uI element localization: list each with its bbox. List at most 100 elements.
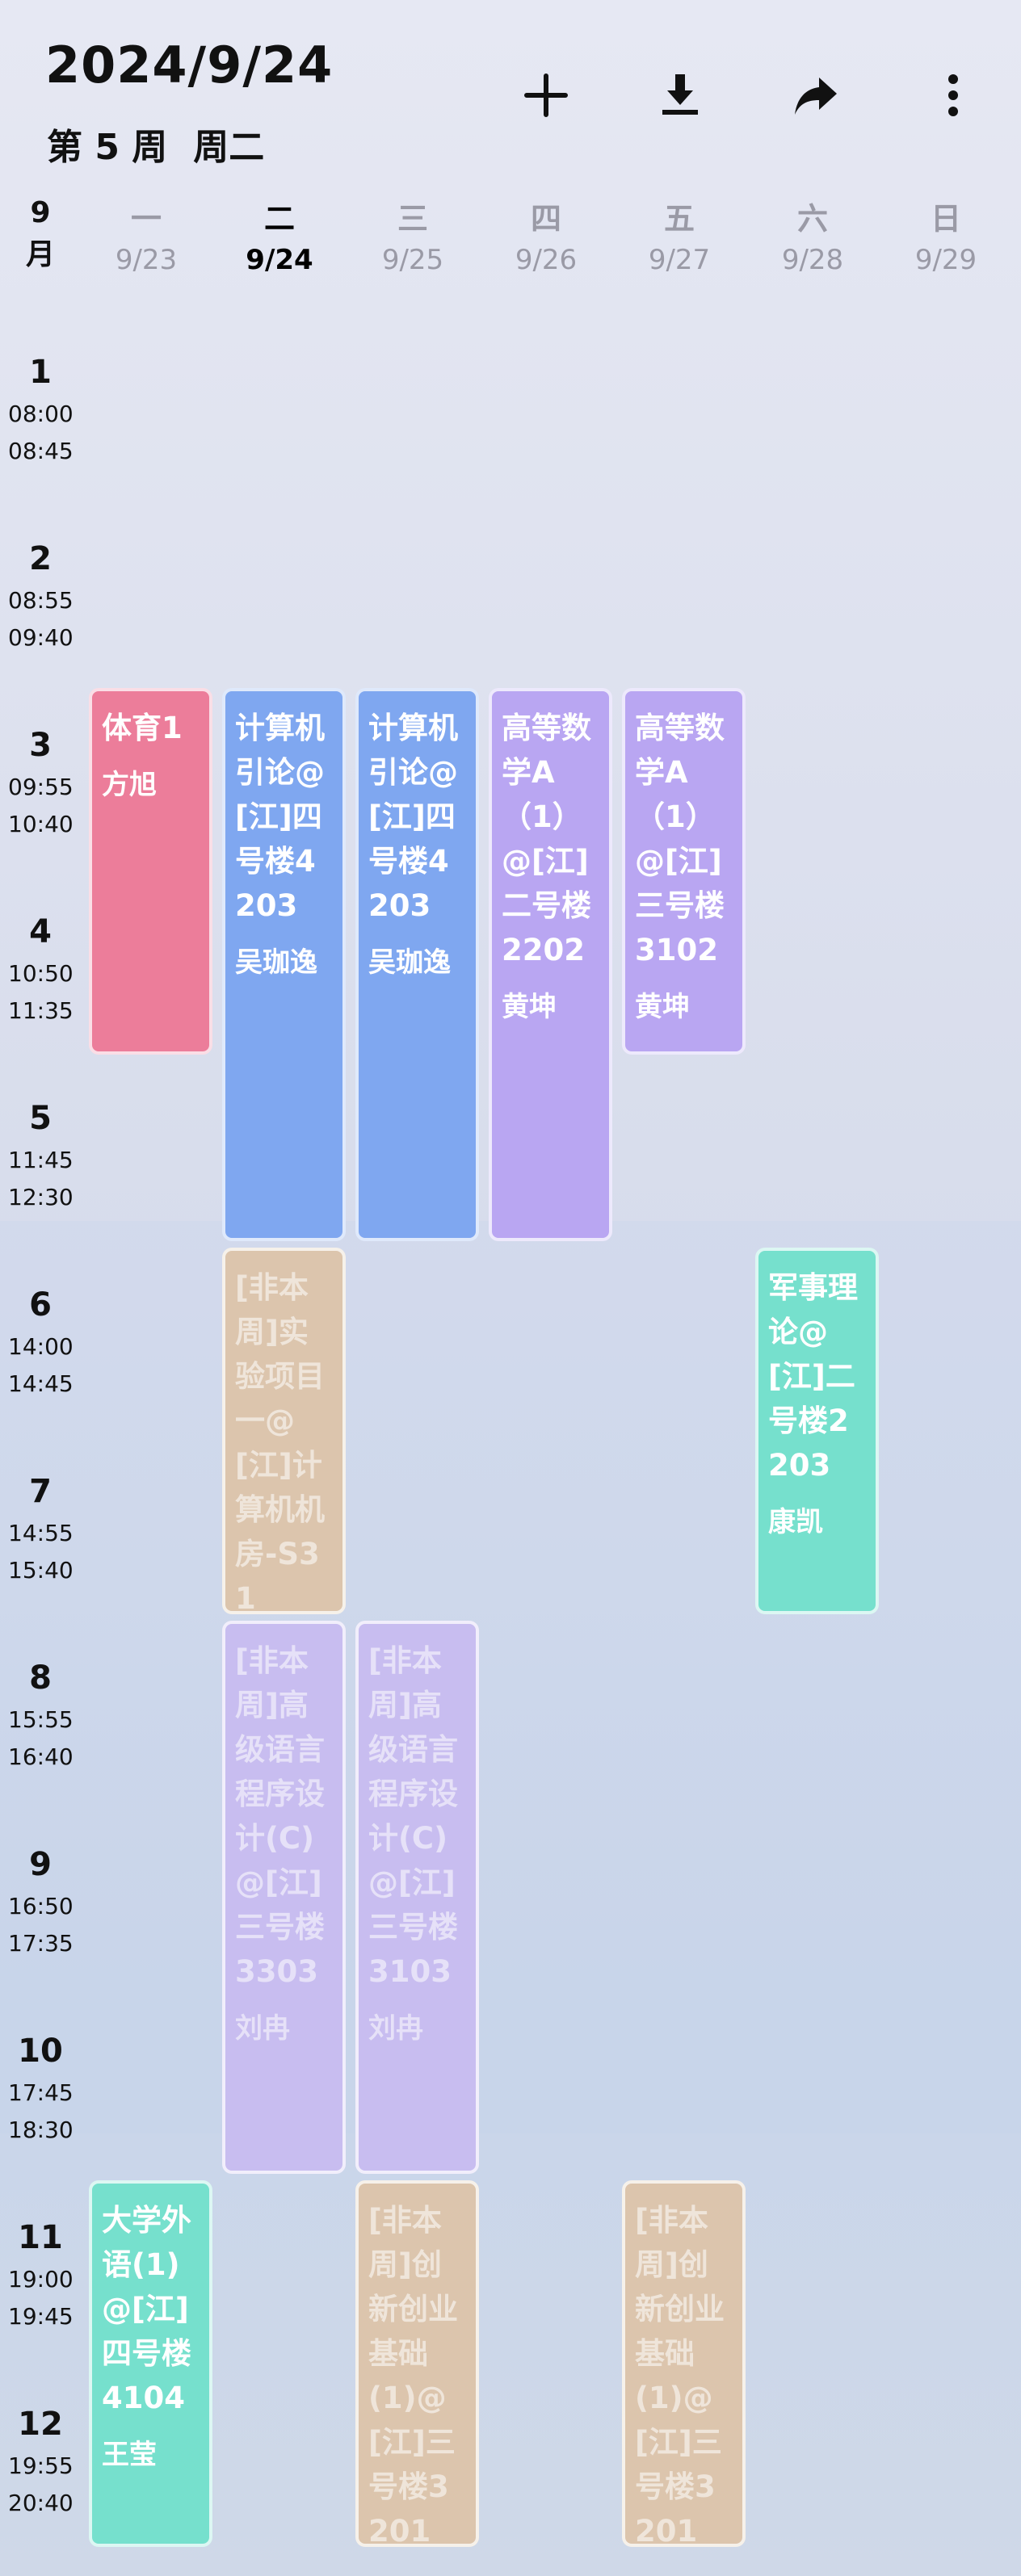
day-header-1: 一 9/23 (86, 194, 207, 276)
course-teacher: 方旭 (102, 769, 157, 801)
weekday-label: 周二 (193, 127, 265, 168)
course-card[interactable]: 高等数学A（1）@[江]三号楼3102 黄坤 (622, 688, 746, 1055)
course-teacher: 王莹 (102, 2439, 157, 2471)
day-header-2: 二 9/24 (219, 194, 340, 276)
period-end-time: 18:30 (8, 2117, 74, 2143)
more-button[interactable] (921, 63, 985, 128)
period-start-time: 11:45 (8, 1147, 74, 1173)
course-card[interactable]: 大学外语(1)@[江]四号楼4104 王莹 (89, 2180, 212, 2547)
period-9: 9 16:50 17:35 (8, 1841, 74, 1962)
period-number: 9 (29, 1846, 52, 1883)
period-end-time: 08:45 (8, 438, 74, 464)
period-5: 5 11:45 12:30 (8, 1095, 74, 1216)
plus-icon (524, 73, 568, 117)
period-8: 8 15:55 16:40 (8, 1655, 74, 1776)
period-end-time: 16:40 (8, 1743, 74, 1770)
day-weekday: 四 (530, 201, 561, 237)
period-start-time: 17:45 (8, 2079, 74, 2106)
course-teacher: 黄坤 (502, 991, 557, 1023)
download-icon (662, 74, 698, 115)
period-number: 11 (18, 2219, 63, 2256)
period-end-time: 17:35 (8, 1930, 74, 1957)
course-card[interactable]: 计算机引论@[江]四号楼4203 吴珈逸 (355, 688, 479, 1241)
course-card[interactable]: [非本周]创新创业基础(1)@[江]三号楼3201 (622, 2180, 746, 2547)
course-name: 高等数学A（1）@[江]二号楼2202 (502, 711, 591, 967)
week-info: 第 5 周周二 (47, 118, 290, 170)
period-number: 8 (29, 1659, 52, 1697)
course-name: [非本周]高级语言程序设计(C)@[江]三号楼3103 (368, 1643, 458, 1989)
period-number: 6 (29, 1286, 52, 1324)
day-weekday: 日 (930, 201, 961, 237)
course-teacher: 黄坤 (635, 991, 690, 1023)
download-button[interactable] (648, 63, 712, 128)
course-name: 大学外语(1)@[江]四号楼4104 (102, 2203, 191, 2415)
course-name: 军事理论@[江]二号楼2203 (768, 1270, 858, 1483)
month-label: 9月 (25, 196, 55, 271)
period-7: 7 14:55 15:40 (8, 1468, 74, 1589)
period-1: 1 08:00 08:45 (8, 349, 74, 470)
course-card[interactable]: 计算机引论@[江]四号楼4203 吴珈逸 (222, 688, 346, 1241)
day-weekday: 六 (796, 201, 828, 237)
period-number: 12 (18, 2406, 63, 2443)
course-teacher: 吴珈逸 (235, 946, 317, 979)
period-end-time: 15:40 (8, 1557, 74, 1584)
day-header-6: 六 9/28 (752, 194, 873, 276)
period-end-time: 11:35 (8, 997, 74, 1024)
day-date: 9/27 (648, 244, 711, 276)
period-number: 1 (29, 354, 52, 391)
period-number: 2 (29, 540, 52, 577)
day-date: 9/24 (246, 244, 313, 276)
period-number: 4 (29, 913, 52, 950)
course-card[interactable]: [非本周]高级语言程序设计(C)@[江]三号楼3303 刘冉 (222, 1621, 346, 2174)
day-date: 9/28 (781, 244, 844, 276)
course-card[interactable]: 高等数学A（1）@[江]二号楼2202 黄坤 (489, 688, 612, 1241)
period-start-time: 16:50 (8, 1893, 74, 1919)
period-2: 2 08:55 09:40 (8, 535, 74, 657)
add-course-button[interactable] (514, 63, 578, 128)
share-button[interactable] (784, 63, 848, 128)
day-header-3: 三 9/25 (352, 194, 473, 276)
course-card[interactable]: 军事理论@[江]二号楼2203 康凯 (755, 1248, 879, 1614)
period-11: 11 19:00 19:45 (8, 2214, 74, 2335)
page-title: 2024/9/24 (45, 36, 334, 94)
period-start-time: 19:00 (8, 2266, 74, 2293)
period-number: 10 (18, 2033, 63, 2070)
course-name: 计算机引论@[江]四号楼4203 (235, 711, 325, 923)
period-end-time: 19:45 (8, 2303, 74, 2330)
course-card[interactable]: [非本周]创新创业基础(1)@[江]三号楼3201 (355, 2180, 479, 2547)
period-start-time: 15:55 (8, 1706, 74, 1733)
day-date: 9/26 (515, 244, 578, 276)
day-weekday: 一 (130, 201, 162, 237)
day-date: 9/25 (381, 244, 444, 276)
course-teacher: 康凯 (768, 1506, 823, 1538)
course-name: [非本周]创新创业基础(1)@[江]三号楼3201 (368, 2203, 458, 2547)
period-4: 4 10:50 11:35 (8, 908, 74, 1030)
period-number: 5 (29, 1100, 52, 1137)
course-teacher: 吴珈逸 (368, 946, 451, 979)
course-name: 高等数学A（1）@[江]三号楼3102 (635, 711, 725, 967)
period-number: 7 (29, 1473, 52, 1510)
period-3: 3 09:55 10:40 (8, 722, 74, 843)
period-end-time: 10:40 (8, 811, 74, 837)
course-card[interactable]: 体育1 方旭 (89, 688, 212, 1055)
day-header-4: 四 9/26 (485, 194, 607, 276)
period-start-time: 09:55 (8, 774, 74, 800)
course-name: [非本周]实验项目一@[江]计算机机房-S31 (235, 1270, 325, 1614)
period-number: 3 (29, 727, 52, 764)
period-end-time: 12:30 (8, 1184, 74, 1210)
course-card[interactable]: [非本周]实验项目一@[江]计算机机房-S31 (222, 1248, 346, 1614)
period-end-time: 14:45 (8, 1370, 74, 1397)
day-date: 9/23 (115, 244, 178, 276)
period-end-time: 20:40 (8, 2490, 74, 2516)
course-teacher: 刘冉 (235, 2012, 290, 2045)
period-6: 6 14:00 14:45 (8, 1282, 74, 1403)
period-12: 12 19:55 20:40 (8, 2401, 74, 2522)
period-10: 10 17:45 18:30 (8, 2028, 74, 2149)
week-number: 第 5 周 (47, 127, 168, 168)
day-weekday: 二 (263, 201, 295, 237)
day-date: 9/29 (914, 244, 977, 276)
period-start-time: 14:55 (8, 1520, 74, 1546)
course-name: [非本周]高级语言程序设计(C)@[江]三号楼3303 (235, 1643, 325, 1989)
share-icon (795, 78, 837, 115)
course-card[interactable]: [非本周]高级语言程序设计(C)@[江]三号楼3103 刘冉 (355, 1621, 479, 2174)
